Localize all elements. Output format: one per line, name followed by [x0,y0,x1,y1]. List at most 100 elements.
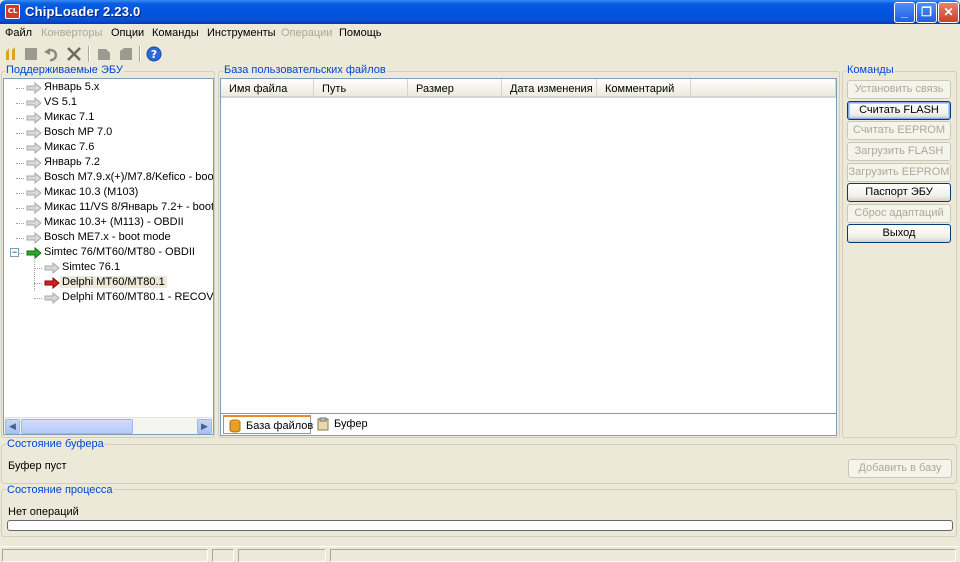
menu-converters[interactable]: Конверторы [41,27,102,39]
column-header-comment[interactable]: Комментарий [597,79,691,98]
tree-item[interactable]: Simtec 76.1 [4,261,213,276]
commands-group-caption: Команды [846,64,895,76]
status-panel-2 [212,549,234,562]
add-to-base-button[interactable]: Добавить в базу [848,459,952,478]
arrow-gray-icon [44,292,60,304]
maximize-button[interactable]: ❐ [916,2,937,23]
tree-item-label: Январь 5.x [44,81,100,93]
ecu-tree[interactable]: Январь 5.x VS 5.1 Микас 7.1 Bosch MP 7.0 Мик… [3,78,214,435]
menu-tools[interactable]: Инструменты [207,27,276,39]
horizontal-scrollbar[interactable]: ◀ ▶ [4,417,213,434]
clipboard-icon [317,417,329,431]
title-bar: CL ChipLoader 2.23.0 _ ❐ ✕ [0,0,960,24]
scroll-thumb[interactable] [21,419,133,434]
toolbar: ? [0,43,960,65]
database-icon [229,419,241,433]
tree-connector [16,178,24,179]
svg-text:?: ? [151,48,157,61]
connect-icon[interactable] [3,46,19,62]
column-header-size[interactable]: Размер [408,79,502,98]
arrow-red-icon [44,277,60,289]
tree-item[interactable]: Микас 10.3 (M103) [4,186,213,201]
progress-bar [7,520,953,531]
tree-item-label: Микас 10.3 (M103) [44,186,139,198]
tab-file-base[interactable]: База файлов [223,415,313,434]
tree-connector [16,163,24,164]
arrow-gray-icon [26,97,42,109]
process-status-text: Нет операций [8,506,79,518]
write-flash-button[interactable]: Загрузить FLASH [847,142,951,161]
tab-buffer[interactable]: Буфер [312,415,369,434]
tree-item-label: Микас 10.3+ (M113) - OBDII [44,216,184,228]
arrow-gray-icon [26,82,42,94]
arrow-gray-icon [26,217,42,229]
tree-item[interactable]: Микас 11/VS 8/Январь 7.2+ - boot mode [4,201,213,216]
tree-connector [34,268,42,269]
arrow-gray-icon [26,142,42,154]
tools-icon[interactable] [66,46,82,62]
tree-item[interactable]: Bosch M7.9.x(+)/M7.8/Kefico - boot mode [4,171,213,186]
status-panel-1 [2,549,208,562]
reset-adaptations-button[interactable]: Сброс адаптаций [847,204,951,223]
status-panel-4 [330,549,956,562]
tree-item[interactable]: Delphi MT60/MT80.1 [4,276,213,291]
ecu-group-caption: Поддерживаемые ЭБУ [5,64,124,76]
tree-connector [16,118,24,119]
import-icon[interactable] [118,46,134,62]
close-button[interactable]: ✕ [938,2,959,23]
column-header-empty [691,79,836,98]
column-header-modified[interactable]: Дата изменения [502,79,597,98]
column-header-path[interactable]: Путь [314,79,408,98]
files-group-caption: База пользовательских файлов [223,64,387,76]
ecu-passport-button[interactable]: Паспорт ЭБУ [847,183,951,202]
tree-item[interactable]: Микас 10.3+ (M113) - OBDII [4,216,213,231]
tree-connector [16,193,24,194]
files-tabs: База файлов Буфер [220,414,837,436]
read-flash-button[interactable]: Считать FLASH [847,101,951,120]
tree-item[interactable]: Микас 7.6 [4,141,213,156]
menu-file[interactable]: Файл [5,27,32,39]
files-list[interactable]: Имя файла Путь Размер Дата изменения Ком… [220,78,837,414]
app-icon: CL [5,4,20,19]
connect-button[interactable]: Установить связь [847,80,951,99]
menu-help[interactable]: Помощь [339,27,382,39]
tree-connector [16,148,24,149]
help-icon[interactable]: ? [146,46,162,62]
tree-item[interactable]: VS 5.1 [4,96,213,111]
stop-icon[interactable] [23,46,39,62]
tree-item-label: VS 5.1 [44,96,78,108]
tree-item[interactable]: Bosch ME7.x - boot mode [4,231,213,246]
window-title: ChipLoader 2.23.0 [25,4,141,19]
read-eeprom-button[interactable]: Считать EEPROM [847,121,951,140]
menu-bar: Файл Конверторы Опции Команды Инструмент… [0,24,960,43]
tree-item[interactable]: Январь 5.x [4,81,213,96]
menu-commands[interactable]: Команды [152,27,199,39]
buffer-group-caption: Состояние буфера [6,438,105,450]
tree-collapse-toggle[interactable]: − [10,248,19,257]
process-group-caption: Состояние процесса [6,484,114,496]
tree-item-label: Simtec 76/MT60/MT80 - OBDII [44,246,195,258]
minimize-button[interactable]: _ [894,2,915,23]
column-header-filename[interactable]: Имя файла [221,79,314,98]
scroll-left-button[interactable]: ◀ [5,419,20,434]
tree-item[interactable]: Микас 7.1 [4,111,213,126]
tree-item[interactable]: Январь 7.2 [4,156,213,171]
tree-item[interactable]: − Simtec 76/MT60/MT80 - OBDII [4,246,213,261]
export-icon[interactable] [96,46,112,62]
tree-item[interactable]: Delphi MT60/MT80.1 - RECOVERY [4,291,213,306]
tree-item-label: Микас 7.6 [44,141,95,153]
menu-options[interactable]: Опции [111,27,144,39]
tree-connector [16,208,24,209]
tree-connector [16,133,24,134]
write-eeprom-button[interactable]: Загрузить EEPROM [847,163,951,182]
tab-buffer-label: Буфер [334,418,368,430]
arrow-gray-icon [26,127,42,139]
tree-item[interactable]: Bosch MP 7.0 [4,126,213,141]
scroll-right-button[interactable]: ▶ [197,419,212,434]
menu-operations[interactable]: Операции [281,27,332,39]
exit-button[interactable]: Выход [847,224,951,243]
status-bar [0,546,960,562]
arrow-gray-icon [26,112,42,124]
undo-icon[interactable] [44,46,60,62]
tree-connector [16,223,24,224]
